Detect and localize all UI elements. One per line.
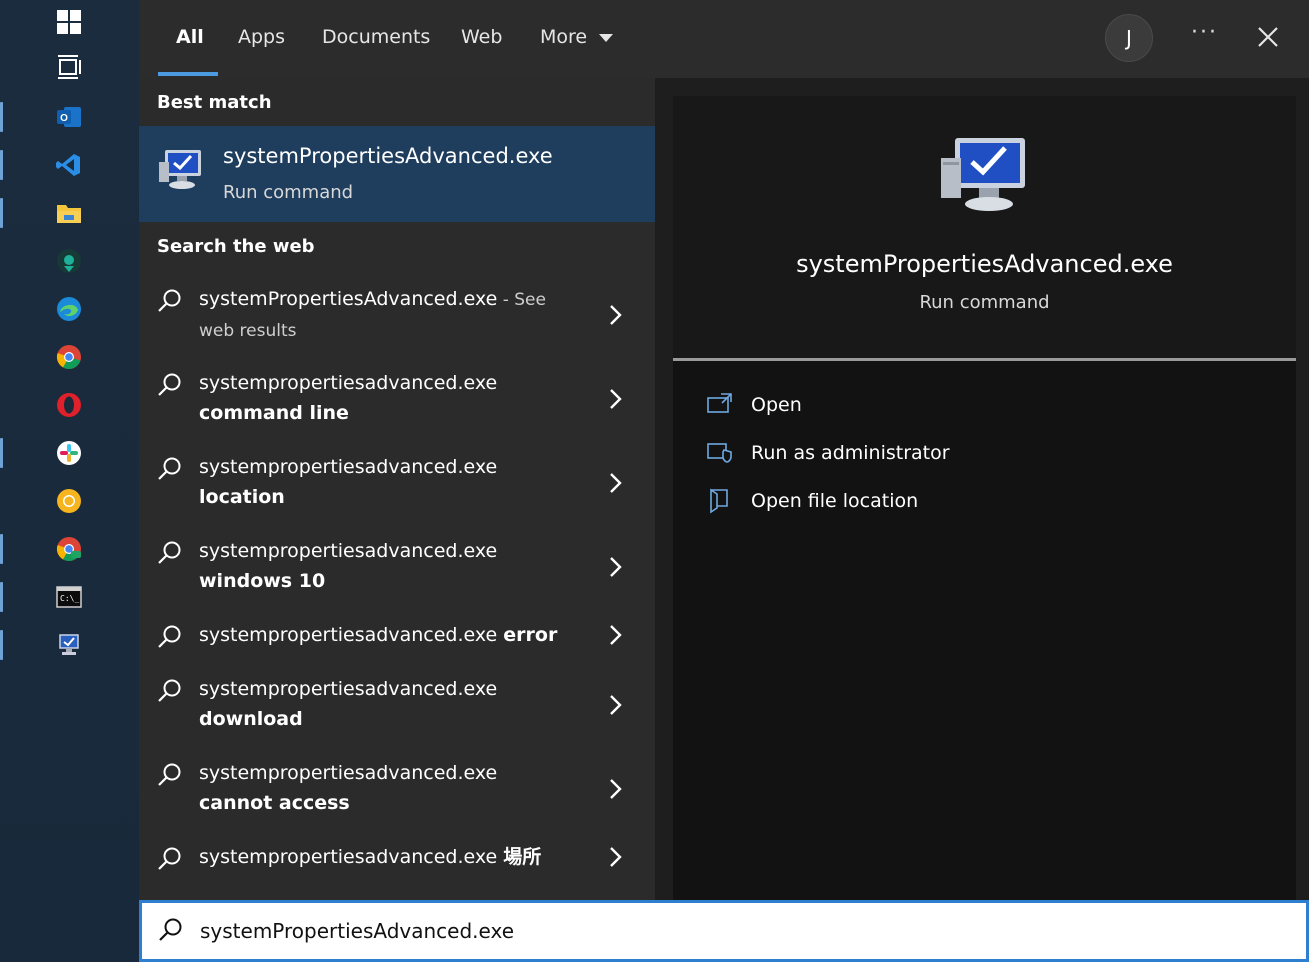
web-result-text: systempropertiesadvanced.exe error xyxy=(199,624,558,646)
vscode-icon[interactable] xyxy=(56,152,82,178)
detail-subtitle: Run command xyxy=(919,292,1050,313)
search-icon xyxy=(158,625,181,648)
chevron-right-icon xyxy=(610,557,622,577)
gitkraken-icon[interactable] xyxy=(56,248,82,274)
search-icon xyxy=(159,918,182,941)
slack-icon[interactable] xyxy=(56,440,82,466)
chrome-dev-icon[interactable] xyxy=(56,536,82,562)
opera-icon[interactable] xyxy=(56,392,82,418)
best-match-title: systemPropertiesAdvanced.exe xyxy=(223,144,553,168)
search-header: All Apps Documents Web More J ··· xyxy=(139,0,1309,78)
chevron-right-icon xyxy=(610,305,622,325)
tab-web[interactable]: Web xyxy=(461,26,502,48)
search-box[interactable] xyxy=(139,900,1309,962)
web-result-item[interactable]: systempropertiesadvanced.exe download xyxy=(139,670,655,744)
chrome-icon[interactable] xyxy=(56,344,82,370)
search-icon xyxy=(158,679,181,702)
taskbar-running-indicator xyxy=(0,438,3,468)
tab-all[interactable]: All xyxy=(176,26,204,48)
open-file-location-label: Open file location xyxy=(751,490,919,512)
web-result-text: systempropertiesadvanced.exe location xyxy=(199,456,498,508)
search-icon xyxy=(158,847,181,870)
web-result-item[interactable]: systempropertiesadvanced.exe error xyxy=(139,616,655,660)
taskbar-running-indicator xyxy=(0,102,3,132)
detail-divider xyxy=(673,358,1296,361)
detail-title: systemPropertiesAdvanced.exe xyxy=(796,250,1173,278)
best-match-heading: Best match xyxy=(157,92,272,113)
run-as-admin-icon xyxy=(707,443,732,463)
chevron-right-icon xyxy=(610,389,622,409)
web-result-item[interactable]: systempropertiesadvanced.exe command line xyxy=(139,364,655,438)
web-result-text: systempropertiesadvanced.exe 場所 xyxy=(199,846,542,868)
system-properties-icon xyxy=(159,150,201,189)
open-file-location-icon xyxy=(710,488,728,514)
search-icon xyxy=(158,541,181,564)
web-result-item[interactable]: systemPropertiesAdvanced.exe - See web re… xyxy=(139,280,655,354)
windows-start-icon[interactable] xyxy=(56,9,82,35)
chevron-right-icon xyxy=(610,779,622,799)
web-result-text: systemPropertiesAdvanced.exe - See web re… xyxy=(199,288,546,341)
tab-more-label: More xyxy=(540,26,588,48)
open-label: Open xyxy=(751,394,802,416)
chrome-canary-icon[interactable] xyxy=(56,488,82,514)
web-result-item[interactable]: systempropertiesadvanced.exe location xyxy=(139,448,655,522)
more-options-button[interactable]: ··· xyxy=(1191,20,1218,45)
search-icon xyxy=(158,373,181,396)
search-web-heading: Search the web xyxy=(157,236,315,257)
detail-panel: systemPropertiesAdvanced.exe Run command… xyxy=(673,96,1296,900)
web-result-text: systempropertiesadvanced.exe command line xyxy=(199,372,498,424)
taskbar-running-indicator xyxy=(0,630,3,660)
avatar[interactable]: J xyxy=(1105,14,1153,62)
detail-header: systemPropertiesAdvanced.exe Run command xyxy=(673,96,1296,358)
run-as-administrator-label: Run as administrator xyxy=(751,442,950,464)
taskbar-running-indicator xyxy=(0,150,3,180)
svg-text:O: O xyxy=(60,113,68,124)
search-icon xyxy=(158,289,181,312)
web-result-text: systempropertiesadvanced.exe windows 10 xyxy=(199,540,498,592)
best-match-subtitle: Run command xyxy=(223,182,354,203)
tab-documents[interactable]: Documents xyxy=(322,26,430,48)
terminal-icon[interactable]: C:\_ xyxy=(56,584,82,610)
tab-more[interactable]: More xyxy=(540,26,614,48)
chevron-right-icon xyxy=(610,473,622,493)
web-result-text: systempropertiesadvanced.exe download xyxy=(199,678,498,730)
chevron-right-icon xyxy=(610,625,622,645)
tab-apps[interactable]: Apps xyxy=(238,26,285,48)
search-icon xyxy=(158,763,181,786)
system-properties-taskbar-icon[interactable] xyxy=(56,632,82,658)
task-view-icon[interactable] xyxy=(56,54,82,80)
svg-text:C:\_: C:\_ xyxy=(60,594,79,603)
open-icon xyxy=(707,393,732,413)
taskbar-running-indicator xyxy=(0,198,3,228)
chevron-down-icon xyxy=(599,33,614,42)
web-result-item[interactable]: systempropertiesadvanced.exe windows 10 xyxy=(139,532,655,606)
system-properties-large-icon xyxy=(941,138,1025,211)
results-panel: Best match systemPropertiesAdvanced.exe … xyxy=(139,78,655,900)
search-icon xyxy=(158,457,181,480)
search-input[interactable] xyxy=(200,913,1200,949)
edge-icon[interactable] xyxy=(56,296,82,322)
web-result-item[interactable]: systempropertiesadvanced.exe 場所 xyxy=(139,838,655,882)
taskbar-running-indicator xyxy=(0,534,3,564)
file-explorer-icon[interactable] xyxy=(56,200,82,226)
best-match-item[interactable]: systemPropertiesAdvanced.exe Run command xyxy=(139,126,655,222)
tab-active-underline xyxy=(158,72,218,76)
web-result-item[interactable]: systempropertiesadvanced.exe cannot acces… xyxy=(139,754,655,828)
close-icon[interactable] xyxy=(1253,22,1283,52)
chevron-right-icon xyxy=(610,695,622,715)
taskbar-running-indicator xyxy=(0,582,3,612)
web-result-text: systempropertiesadvanced.exe cannot acces… xyxy=(199,762,498,814)
outlook-icon[interactable]: O xyxy=(56,104,82,130)
taskbar: O C:\_ xyxy=(0,0,139,962)
chevron-right-icon xyxy=(610,847,622,867)
